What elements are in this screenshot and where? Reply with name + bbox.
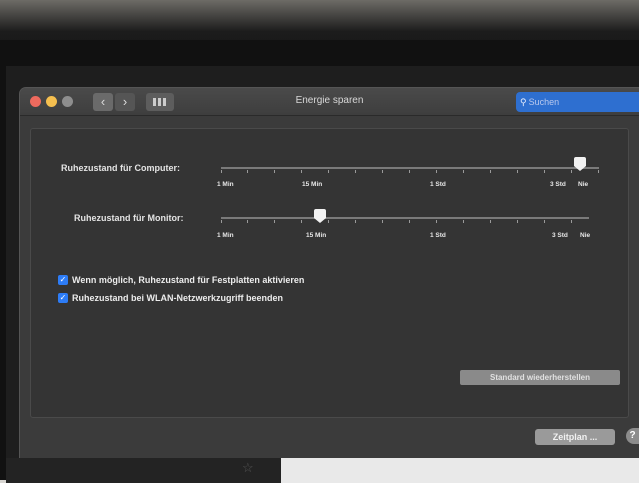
tick xyxy=(517,170,518,173)
tick xyxy=(328,220,329,223)
tick xyxy=(247,170,248,173)
title-bar: ‹ › Energie sparen ⚲ Suchen xyxy=(20,88,639,116)
tick xyxy=(598,170,599,173)
computer-sleep-label: Ruhezustand für Computer: xyxy=(61,163,180,173)
option-disk-sleep[interactable]: ✓ Wenn möglich, Ruhezustand für Festplat… xyxy=(58,275,304,285)
option-label: Wenn möglich, Ruhezustand für Festplatte… xyxy=(72,275,305,285)
tick xyxy=(409,170,410,173)
tick xyxy=(382,170,383,173)
tick xyxy=(382,220,383,223)
tick xyxy=(463,170,464,173)
checkbox-disk-sleep[interactable]: ✓ xyxy=(58,275,68,285)
option-wake-wifi[interactable]: ✓ Ruhezustand bei WLAN-Netzwerkzugriff b… xyxy=(58,293,283,303)
search-placeholder: Suchen xyxy=(528,97,560,107)
tick xyxy=(544,170,545,173)
tick xyxy=(221,170,222,173)
tick xyxy=(301,170,302,173)
checkmark-icon: ✓ xyxy=(59,275,67,284)
monitor-sleep-label: Ruhezustand für Monitor: xyxy=(74,213,184,223)
checkbox-wake-wifi[interactable]: ✓ xyxy=(58,293,68,303)
restore-defaults-button[interactable]: Standard wiederherstellen xyxy=(460,370,620,385)
tick xyxy=(274,170,275,173)
tick xyxy=(409,220,410,223)
tick xyxy=(247,220,248,223)
star-icon: ☆ xyxy=(242,460,254,475)
tick xyxy=(490,170,491,173)
search-field[interactable]: ⚲ Suchen xyxy=(516,92,639,112)
computer-tick-label: 1 Std xyxy=(430,181,446,188)
monitor-tick-label: 1 Min xyxy=(217,232,234,239)
computer-tick-label: 15 Min xyxy=(302,181,323,188)
option-label: Ruhezustand bei WLAN-Netzwerkzugriff bee… xyxy=(72,293,284,303)
search-icon: ⚲ xyxy=(520,97,527,107)
tick xyxy=(571,170,572,173)
computer-tick-label: Nie xyxy=(578,181,589,188)
computer-tick-label: 3 Std xyxy=(550,181,566,188)
schedule-button[interactable]: Zeitplan ... xyxy=(535,429,615,445)
tick xyxy=(436,170,437,173)
computer-sleep-track[interactable] xyxy=(221,167,599,169)
tick xyxy=(274,220,275,223)
tick xyxy=(355,170,356,173)
tick xyxy=(328,170,329,173)
tick xyxy=(221,220,222,223)
tick xyxy=(355,220,356,223)
taskbar-area xyxy=(6,458,281,483)
preferences-window: ‹ › Energie sparen ⚲ Suchen Ruhezustand f… xyxy=(20,88,639,458)
tick xyxy=(517,220,518,223)
tick xyxy=(436,220,437,223)
computer-tick-label: 1 Min xyxy=(217,181,234,188)
tick xyxy=(301,220,302,223)
checkmark-icon: ✓ xyxy=(59,293,67,302)
monitor-sleep-thumb[interactable] xyxy=(314,209,326,223)
tick xyxy=(544,220,545,223)
monitor-tick-label: 15 Min xyxy=(306,232,327,239)
tick xyxy=(463,220,464,223)
computer-sleep-thumb[interactable] xyxy=(574,157,586,171)
monitor-tick-label: 3 Std xyxy=(552,232,568,239)
monitor-tick-label: Nie xyxy=(580,232,591,239)
tick xyxy=(571,220,572,223)
tick xyxy=(490,220,491,223)
monitor-tick-label: 1 Std xyxy=(430,232,446,239)
help-button[interactable]: ? xyxy=(626,428,639,444)
monitor-sleep-track[interactable] xyxy=(221,217,589,219)
